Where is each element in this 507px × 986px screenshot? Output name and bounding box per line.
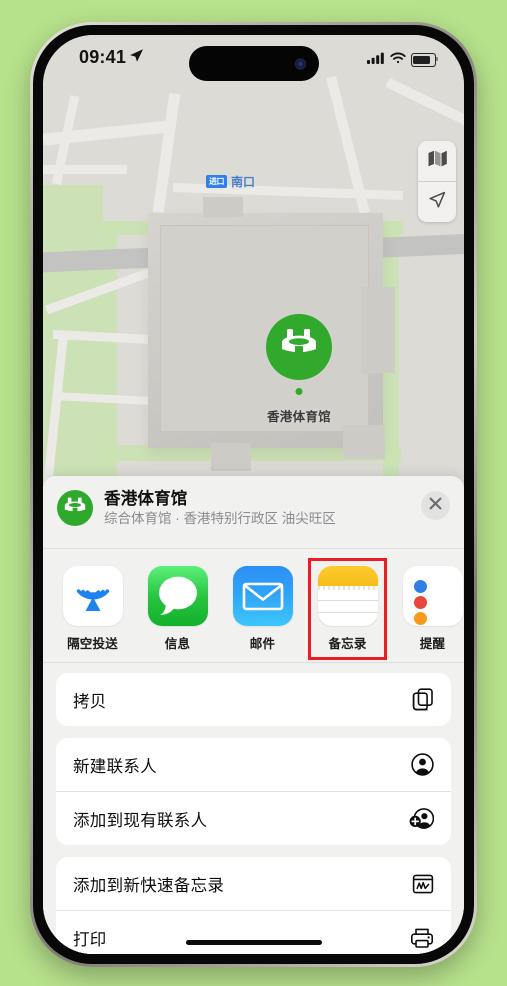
pin-anchor-dot xyxy=(295,388,303,395)
action-label: 拷贝 xyxy=(73,692,107,711)
action-row-print[interactable]: 打印 xyxy=(56,910,451,954)
place-title: 香港体育馆 xyxy=(104,490,188,508)
airdrop-icon xyxy=(62,566,123,626)
dynamic-island xyxy=(188,46,319,81)
map-type-button[interactable] xyxy=(418,141,456,181)
action-group: 拷贝 xyxy=(56,673,451,726)
share-app-notes[interactable]: 备忘录 xyxy=(308,558,387,660)
place-info: 香港体育馆 综合体育馆 · 香港特别行政区 油尖旺区 xyxy=(104,488,410,528)
action-group: 新建联系人 添加到现有联系人 xyxy=(56,738,451,845)
action-label: 新建联系人 xyxy=(73,757,157,776)
action-row-new-quick-note[interactable]: 添加到新快速备忘录 xyxy=(56,857,451,910)
printer-icon xyxy=(408,927,434,949)
share-app-label: 提醒 xyxy=(419,637,446,651)
share-app-reminders[interactable]: 提醒 xyxy=(401,566,464,652)
notes-icon xyxy=(317,566,378,626)
map-entrance-label: 进口 南口 xyxy=(206,173,255,190)
battery-icon xyxy=(411,53,438,67)
locate-me-button[interactable] xyxy=(418,181,456,222)
map-controls xyxy=(418,141,456,222)
front-camera xyxy=(294,58,306,69)
location-arrow-icon xyxy=(129,47,144,68)
status-time-group: 09:41 xyxy=(79,47,144,68)
share-app-label: 邮件 xyxy=(249,637,276,651)
action-label: 打印 xyxy=(73,930,107,949)
stadium-icon xyxy=(279,328,319,363)
phone-bezel: 进口 南口 香港体育馆 09:41 香港体育馆 综合体育馆 · 香港特别行政区 … xyxy=(33,25,474,964)
share-app-messages[interactable]: 信息 xyxy=(146,566,209,652)
status-bar: 09:41 xyxy=(43,35,464,83)
messages-icon xyxy=(147,566,208,626)
share-app-label: 备忘录 xyxy=(328,637,367,651)
share-sheet: 香港体育馆 综合体育馆 · 香港特别行政区 油尖旺区 隔空投送 信息 邮件 备忘… xyxy=(43,476,464,954)
share-app-mail[interactable]: 邮件 xyxy=(231,566,294,652)
mail-icon xyxy=(232,566,293,626)
map-icon xyxy=(428,150,447,172)
person-circle-icon xyxy=(408,753,434,776)
phone-screen: 进口 南口 香港体育馆 09:41 香港体育馆 综合体育馆 · 香港特别行政区 … xyxy=(43,35,464,954)
place-avatar xyxy=(57,490,93,526)
map-pin[interactable]: 香港体育馆 xyxy=(262,314,336,425)
pin-label: 香港体育馆 xyxy=(266,410,331,424)
pin-bubble xyxy=(266,314,332,380)
action-row-copy[interactable]: 拷贝 xyxy=(56,673,451,726)
entrance-badge: 进口 xyxy=(206,175,227,188)
stadium-icon xyxy=(63,497,87,520)
status-indicators xyxy=(367,51,438,69)
close-button[interactable] xyxy=(421,491,450,520)
cellular-bars-icon xyxy=(367,51,385,69)
close-icon xyxy=(429,497,442,515)
wifi-icon xyxy=(390,51,406,69)
status-time: 09:41 xyxy=(79,47,127,67)
navigation-arrow-icon xyxy=(427,190,447,215)
phone-frame: 进口 南口 香港体育馆 09:41 香港体育馆 综合体育馆 · 香港特别行政区 … xyxy=(30,22,477,967)
place-subtitle: 综合体育馆 · 香港特别行政区 油尖旺区 xyxy=(104,511,336,526)
home-indicator[interactable] xyxy=(185,940,322,945)
share-action-list: 拷贝 新建联系人 添加到现有联系人 添加到新快速备忘录 打印 xyxy=(43,663,464,954)
share-sheet-header: 香港体育馆 综合体育馆 · 香港特别行政区 油尖旺区 xyxy=(43,476,464,549)
share-app-label: 信息 xyxy=(164,637,191,651)
share-app-label: 隔空投送 xyxy=(67,637,118,651)
action-label: 添加到现有联系人 xyxy=(73,811,208,830)
action-row-add-existing-contact[interactable]: 添加到现有联系人 xyxy=(56,791,451,845)
share-app-airdrop[interactable]: 隔空投送 xyxy=(61,566,124,652)
action-label: 添加到新快速备忘录 xyxy=(73,876,225,895)
share-app-row: 隔空投送 信息 邮件 备忘录 提醒 xyxy=(43,549,464,663)
action-row-new-contact[interactable]: 新建联系人 xyxy=(56,738,451,791)
entrance-label-text: 南口 xyxy=(231,175,256,189)
copy-icon xyxy=(408,688,434,711)
reminders-icon xyxy=(402,566,463,626)
person-badge-plus-icon xyxy=(408,807,434,830)
screenshot-root: 进口 南口 香港体育馆 09:41 香港体育馆 综合体育馆 · 香港特别行政区 … xyxy=(0,0,507,986)
quick-note-icon xyxy=(408,873,434,895)
